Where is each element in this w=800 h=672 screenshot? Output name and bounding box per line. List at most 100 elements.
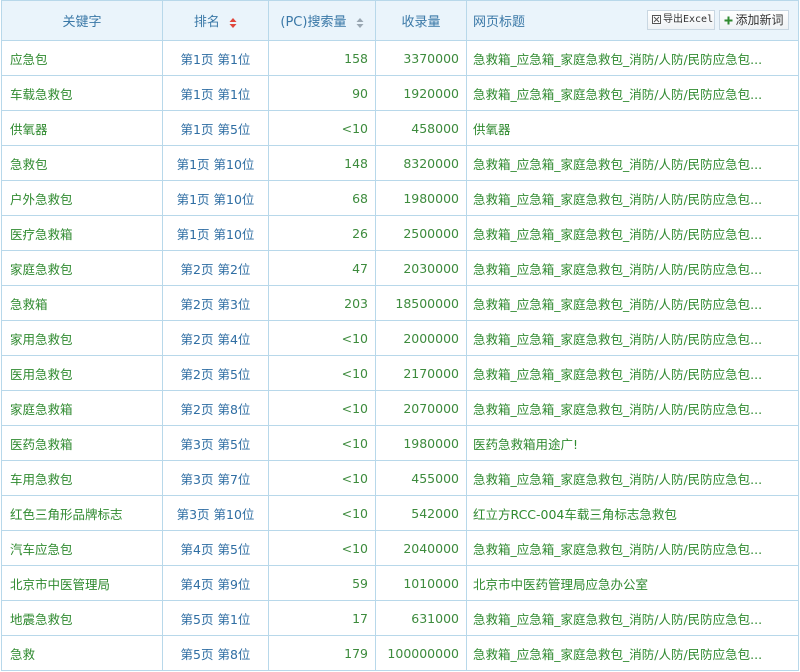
keyword-cell: 汽车应急包 — [1, 530, 163, 566]
page-title-cell: 北京市中医药管理局应急办公室 — [466, 565, 799, 601]
table-row: 地震急救包 第5页 第1位 17 631000 急救箱_应急箱_家庭急救包_消防/人防/… — [1, 600, 799, 636]
keyword-cell: 医药急救箱 — [1, 425, 163, 461]
table-row: 红色三角形品牌标志 第3页 第10位 <10 542000 红立方RCC-004车载三角… — [1, 495, 799, 531]
header-index-volume-label: 收录量 — [401, 15, 441, 30]
search-volume-cell: <10 — [268, 355, 376, 391]
table-row: 车载急救包 第1页 第1位 90 1920000 急救箱_应急箱_家庭急救包_消防/人防… — [1, 75, 799, 111]
table-row: 汽车应急包 第4页 第5位 <10 2040000 急救箱_应急箱_家庭急救包_消防/人… — [1, 530, 799, 566]
page-title-cell: 急救箱_应急箱_家庭急救包_消防/人防/民防应急包... — [466, 285, 799, 321]
header-search-volume[interactable]: (PC)搜索量 — [268, 0, 376, 41]
index-volume-cell: 1980000 — [375, 425, 467, 461]
keyword-cell: 医疗急救箱 — [1, 215, 163, 251]
index-volume-cell: 2040000 — [375, 530, 467, 566]
export-excel-button[interactable]: 导出Excel — [647, 10, 715, 30]
rank-cell: 第1页 第10位 — [162, 145, 269, 181]
rank-cell: 第1页 第5位 — [162, 110, 269, 146]
keyword-cell: 北京市中医管理局 — [1, 565, 163, 601]
keyword-cell: 应急包 — [1, 40, 163, 76]
header-keyword: 关键字 — [1, 0, 163, 41]
search-volume-cell: 158 — [268, 40, 376, 76]
search-volume-cell: 17 — [268, 600, 376, 636]
rank-cell: 第1页 第10位 — [162, 215, 269, 251]
plus-icon — [724, 16, 733, 25]
search-volume-cell: <10 — [268, 530, 376, 566]
page-title-cell: 急救箱_应急箱_家庭急救包_消防/人防/民防应急包... — [466, 75, 799, 111]
table-row: 户外急救包 第1页 第10位 68 1980000 急救箱_应急箱_家庭急救包_消防/人… — [1, 180, 799, 216]
sort-active-icon[interactable] — [229, 17, 237, 29]
rank-cell: 第5页 第8位 — [162, 635, 269, 671]
search-volume-cell: <10 — [268, 110, 376, 146]
search-volume-cell: 47 — [268, 250, 376, 286]
table-row: 北京市中医管理局 第4页 第9位 59 1010000 北京市中医药管理局应急办公室 — [1, 565, 799, 601]
sort-icon[interactable] — [356, 17, 364, 29]
table-body: 应急包 第1页 第1位 158 3370000 急救箱_应急箱_家庭急救包_消防/人防/… — [1, 40, 799, 671]
page-title-cell: 急救箱_应急箱_家庭急救包_消防/人防/民防应急包... — [466, 635, 799, 671]
page-title-cell: 急救箱_应急箱_家庭急救包_消防/人防/民防应急包... — [466, 145, 799, 181]
index-volume-cell: 2000000 — [375, 320, 467, 356]
keyword-cell: 家庭急救箱 — [1, 390, 163, 426]
index-volume-cell: 458000 — [375, 110, 467, 146]
table-row: 急救 第5页 第8位 179 100000000 急救箱_应急箱_家庭急救包_消防/人防… — [1, 635, 799, 671]
page-title-cell: 急救箱_应急箱_家庭急救包_消防/人防/民防应急包... — [466, 215, 799, 251]
search-volume-cell: 90 — [268, 75, 376, 111]
header-search-volume-label: (PC)搜索量 — [280, 15, 347, 30]
index-volume-cell: 1980000 — [375, 180, 467, 216]
rank-cell: 第2页 第8位 — [162, 390, 269, 426]
keyword-cell: 急救箱 — [1, 285, 163, 321]
table-row: 供氧器 第1页 第5位 <10 458000 供氧器 — [1, 110, 799, 146]
table-row: 急救箱 第2页 第3位 203 18500000 急救箱_应急箱_家庭急救包_消防/人防… — [1, 285, 799, 321]
page-title-cell: 急救箱_应急箱_家庭急救包_消防/人防/民防应急包... — [466, 180, 799, 216]
keyword-cell: 地震急救包 — [1, 600, 163, 636]
keyword-cell: 急救 — [1, 635, 163, 671]
table-row: 家庭急救包 第2页 第2位 47 2030000 急救箱_应急箱_家庭急救包_消防/人防… — [1, 250, 799, 286]
table-row: 车用急救包 第3页 第7位 <10 455000 急救箱_应急箱_家庭急救包_消防/人防… — [1, 460, 799, 496]
add-keyword-label: 添加新词 — [735, 13, 784, 27]
page-title-cell: 急救箱_应急箱_家庭急救包_消防/人防/民防应急包... — [466, 40, 799, 76]
rank-cell: 第2页 第2位 — [162, 250, 269, 286]
keyword-cell: 供氧器 — [1, 110, 163, 146]
index-volume-cell: 455000 — [375, 460, 467, 496]
table-row: 应急包 第1页 第1位 158 3370000 急救箱_应急箱_家庭急救包_消防/人防/… — [1, 40, 799, 76]
page-title-cell: 红立方RCC-004车载三角标志急救包 — [466, 495, 799, 531]
index-volume-cell: 1920000 — [375, 75, 467, 111]
index-volume-cell: 3370000 — [375, 40, 467, 76]
index-volume-cell: 631000 — [375, 600, 467, 636]
page-title-cell: 急救箱_应急箱_家庭急救包_消防/人防/民防应急包... — [466, 320, 799, 356]
table-row: 急救包 第1页 第10位 148 8320000 急救箱_应急箱_家庭急救包_消防/人防… — [1, 145, 799, 181]
table-row: 医疗急救箱 第1页 第10位 26 2500000 急救箱_应急箱_家庭急救包_消防/人… — [1, 215, 799, 251]
keyword-cell: 户外急救包 — [1, 180, 163, 216]
rank-cell: 第1页 第10位 — [162, 180, 269, 216]
header-index-volume: 收录量 — [375, 0, 467, 41]
add-keyword-button[interactable]: 添加新词 — [719, 10, 789, 30]
index-volume-cell: 1010000 — [375, 565, 467, 601]
keyword-cell: 家庭急救包 — [1, 250, 163, 286]
table-row: 医用急救包 第2页 第5位 <10 2170000 急救箱_应急箱_家庭急救包_消防/人… — [1, 355, 799, 391]
search-volume-cell: 26 — [268, 215, 376, 251]
header-rank[interactable]: 排名 — [162, 0, 269, 41]
index-volume-cell: 2070000 — [375, 390, 467, 426]
table-row: 家庭急救箱 第2页 第8位 <10 2070000 急救箱_应急箱_家庭急救包_消防/人… — [1, 390, 799, 426]
page-title-cell: 急救箱_应急箱_家庭急救包_消防/人防/民防应急包... — [466, 355, 799, 391]
index-volume-cell: 18500000 — [375, 285, 467, 321]
index-volume-cell: 100000000 — [375, 635, 467, 671]
index-volume-cell: 2500000 — [375, 215, 467, 251]
rank-cell: 第5页 第1位 — [162, 600, 269, 636]
search-volume-cell: <10 — [268, 460, 376, 496]
search-volume-cell: 68 — [268, 180, 376, 216]
search-volume-cell: <10 — [268, 320, 376, 356]
keyword-cell: 车载急救包 — [1, 75, 163, 111]
rank-cell: 第3页 第5位 — [162, 425, 269, 461]
export-excel-label: 导出Excel — [663, 14, 714, 25]
index-volume-cell: 542000 — [375, 495, 467, 531]
table-header-row: 关键字 排名 (PC)搜索量 收录量 网页标题 导出Excel 添加新词 — [1, 0, 799, 41]
rank-cell: 第2页 第3位 — [162, 285, 269, 321]
page-title-cell: 医药急救箱用途广! — [466, 425, 799, 461]
keyword-cell: 家用急救包 — [1, 320, 163, 356]
keyword-cell: 红色三角形品牌标志 — [1, 495, 163, 531]
page-title-cell: 供氧器 — [466, 110, 799, 146]
keyword-cell: 医用急救包 — [1, 355, 163, 391]
rank-cell: 第4页 第5位 — [162, 530, 269, 566]
index-volume-cell: 8320000 — [375, 145, 467, 181]
index-volume-cell: 2030000 — [375, 250, 467, 286]
keyword-ranking-table: 关键字 排名 (PC)搜索量 收录量 网页标题 导出Excel 添加新词 应急包… — [1, 0, 799, 671]
